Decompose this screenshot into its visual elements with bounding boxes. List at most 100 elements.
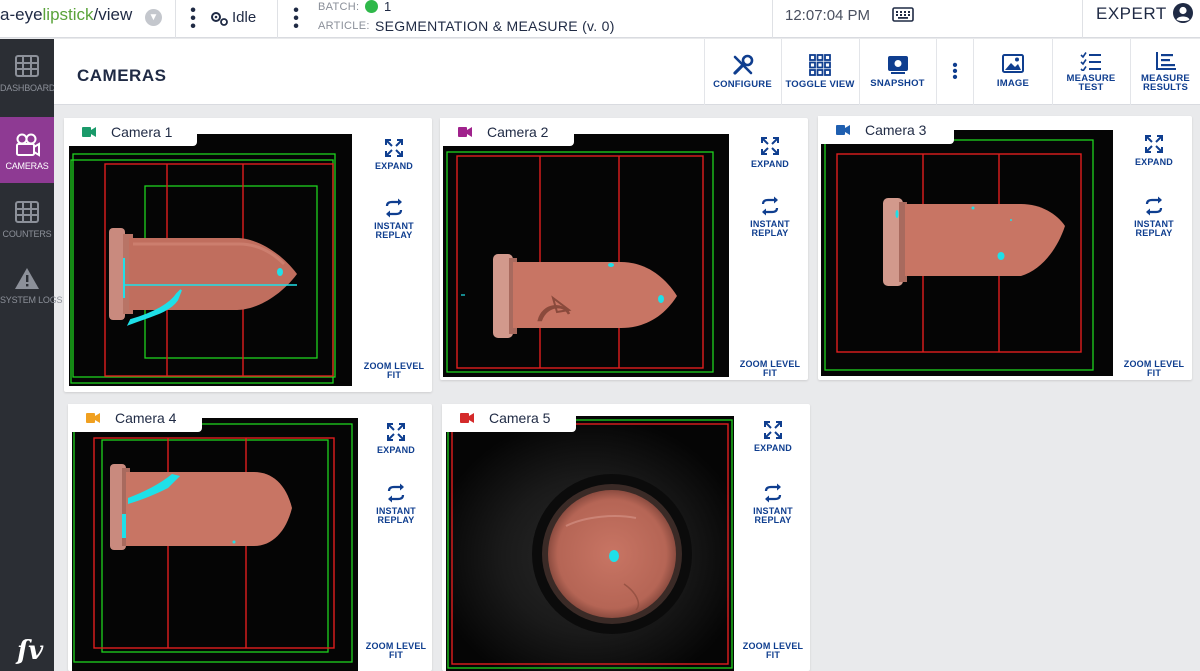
instant-replay-button[interactable]: INSTANT REPLAY xyxy=(1116,196,1192,238)
expand-icon xyxy=(764,421,782,439)
video-camera-icon xyxy=(86,413,100,423)
replay-icon xyxy=(1145,196,1163,216)
camera-controls: EXPAND INSTANT REPLAY ZOOM LEVEL FIT xyxy=(1116,116,1192,380)
zoom-level-value[interactable]: FIT xyxy=(732,369,808,378)
measure-results-label-2: RESULTS xyxy=(1142,82,1189,93)
camera-controls: EXPAND INSTANT REPLAY ZOOM LEVEL FIT xyxy=(732,118,808,380)
instant-replay-button[interactable]: INSTANT REPLAY xyxy=(356,198,432,240)
expand-label: EXPAND xyxy=(376,445,416,455)
configure-label: CONFIGURE xyxy=(713,79,772,90)
expand-label: EXPAND xyxy=(374,161,414,171)
instant-replay-button[interactable]: INSTANT REPLAY xyxy=(736,483,810,525)
warning-icon xyxy=(15,268,39,289)
camera-name: Camera 2 xyxy=(487,124,549,140)
divider xyxy=(772,0,773,38)
more-options-icon[interactable]: • • • xyxy=(952,58,958,85)
brand-product: lipstick xyxy=(42,5,94,24)
camera-tab[interactable]: Camera 1 xyxy=(64,118,197,146)
measure-results-button[interactable]: MEASURE RESULTS xyxy=(1131,39,1200,105)
expand-icon xyxy=(1145,135,1163,153)
zoom-level-value[interactable]: FIT xyxy=(736,651,810,660)
replay-icon xyxy=(761,196,779,216)
instant-replay-label-2: REPLAY xyxy=(377,515,415,525)
expand-icon xyxy=(385,139,403,157)
measure-test-label-2: TEST xyxy=(1078,82,1104,93)
counters-icon xyxy=(15,201,39,223)
tools-icon xyxy=(733,54,754,75)
camera-feed[interactable] xyxy=(69,134,352,386)
sidebar-item-dashboard[interactable]: DASHBOARD xyxy=(0,39,55,105)
batch-status-indicator xyxy=(365,0,378,13)
replay-icon xyxy=(764,483,782,503)
expand-button[interactable]: EXPAND xyxy=(1116,134,1192,167)
camera-name: Camera 3 xyxy=(865,122,927,138)
instant-replay-label-2: REPLAY xyxy=(1135,228,1173,238)
replay-icon xyxy=(385,198,403,218)
expand-icon xyxy=(761,137,779,155)
camera-feed[interactable] xyxy=(821,130,1113,376)
gears-icon xyxy=(211,12,228,26)
camera-feed[interactable] xyxy=(446,416,734,671)
sidebar-item-counters[interactable]: COUNTERS xyxy=(0,185,54,251)
instant-replay-button[interactable]: INSTANT REPLAY xyxy=(360,483,432,525)
camera-card: Camera 1 EXPAND INSTANT REPLAY ZOOM LEVE… xyxy=(64,118,432,392)
article-value: SEGMENTATION & MEASURE (v. 0) xyxy=(375,18,615,34)
camera-name: Camera 4 xyxy=(115,410,177,426)
video-camera-icon xyxy=(836,125,850,135)
replay-icon xyxy=(387,483,405,503)
sidebar-item-system-logs[interactable]: SYSTEM LOGS xyxy=(0,251,63,317)
camera-controls: EXPAND INSTANT REPLAY ZOOM LEVEL FIT xyxy=(356,118,432,392)
user-avatar-icon[interactable] xyxy=(1172,2,1194,24)
measure-test-button[interactable]: MEASURE TEST xyxy=(1053,39,1129,105)
expand-icon xyxy=(387,423,405,441)
grid-icon xyxy=(809,54,831,76)
user-role[interactable]: EXPERT xyxy=(1096,4,1167,24)
camera-name: Camera 5 xyxy=(489,410,551,426)
dashboard-icon xyxy=(15,55,39,77)
camera-icon xyxy=(16,133,40,157)
article-label: ARTICLE: xyxy=(318,20,370,32)
expand-label: EXPAND xyxy=(753,443,793,453)
expand-button[interactable]: EXPAND xyxy=(736,420,810,453)
sidebar-item-cameras[interactable]: CAMERAS xyxy=(0,117,54,183)
status-menu-icon[interactable]: • • • xyxy=(190,3,196,35)
expand-button[interactable]: EXPAND xyxy=(732,136,808,169)
top-bar: a-eyelipstick/view ▼ • • • Idle • • • BATCH:… xyxy=(0,0,1200,38)
batch-value: 1 xyxy=(384,0,392,14)
camera-tab[interactable]: Camera 2 xyxy=(440,118,574,146)
image-button[interactable]: IMAGE xyxy=(974,39,1052,105)
camera-card: Camera 4 EXPAND INSTANT REPLAY ZOOM LEVE… xyxy=(68,404,432,671)
snapshot-button[interactable]: SNAPSHOT xyxy=(860,39,935,105)
zoom-level-value[interactable]: FIT xyxy=(1116,369,1192,378)
camera-feed[interactable] xyxy=(443,134,729,377)
toggle-view-button[interactable]: TOGGLE VIEW xyxy=(782,39,858,105)
zoom-level-value[interactable]: FIT xyxy=(356,371,432,380)
camera-controls: EXPAND INSTANT REPLAY ZOOM LEVEL FIT xyxy=(360,404,432,671)
expand-label: EXPAND xyxy=(750,159,790,169)
snapshot-icon xyxy=(888,56,908,74)
divider xyxy=(1082,0,1083,38)
camera-card: Camera 3 EXPAND INSTANT REPLAY ZOOM LEVE… xyxy=(818,116,1192,380)
company-logo: ſv xyxy=(17,636,44,666)
sidebar-item-label: SYSTEM LOGS xyxy=(0,295,63,305)
batch-menu-icon[interactable]: • • • xyxy=(293,3,299,35)
brand-suffix: /view xyxy=(93,5,133,24)
camera-card: Camera 5 EXPAND INSTANT REPLAY ZOOM LEVE… xyxy=(442,404,810,671)
expand-button[interactable]: EXPAND xyxy=(360,422,432,455)
camera-tab[interactable]: Camera 5 xyxy=(442,404,576,432)
camera-tab[interactable]: Camera 3 xyxy=(818,116,954,144)
camera-feed[interactable] xyxy=(72,418,358,671)
camera-tab[interactable]: Camera 4 xyxy=(68,404,202,432)
camera-card: Camera 2 EXPAND INSTANT REPLAY ZOOM LEVE… xyxy=(440,118,808,380)
chevron-down-icon[interactable]: ▼ xyxy=(145,9,162,26)
camera-name: Camera 1 xyxy=(111,124,173,140)
instant-replay-button[interactable]: INSTANT REPLAY xyxy=(732,196,808,238)
sidebar-item-label: CAMERAS xyxy=(5,161,49,171)
machine-status: Idle xyxy=(232,9,257,26)
zoom-level-value[interactable]: FIT xyxy=(360,651,432,660)
configure-button[interactable]: CONFIGURE xyxy=(705,39,780,105)
keyboard-icon[interactable] xyxy=(892,7,914,22)
video-camera-icon xyxy=(82,127,96,137)
image-label: IMAGE xyxy=(996,78,1030,89)
expand-button[interactable]: EXPAND xyxy=(356,138,432,171)
